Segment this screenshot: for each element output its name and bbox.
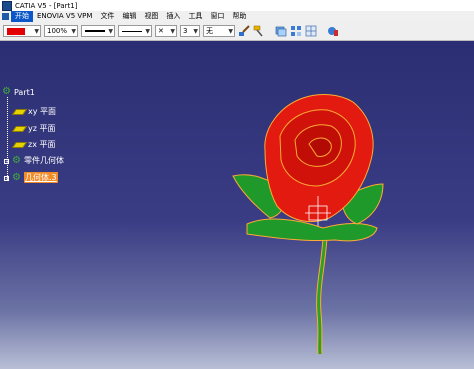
chevron-down-icon: ▼ — [170, 28, 175, 35]
body-icon: ⚙ — [12, 171, 21, 183]
tree-item-geometry-body-3[interactable]: ⚙ 几何体.3 — [12, 172, 58, 183]
layer-icon[interactable] — [275, 25, 287, 37]
tree-item-xy-plane[interactable]: xy 平面 — [11, 106, 57, 117]
catia-menu-logo-icon[interactable] — [2, 13, 9, 20]
part-icon: ⚙ — [2, 86, 11, 97]
body-icon: ⚙ — [12, 154, 21, 166]
rose-3d-model[interactable] — [225, 88, 390, 358]
catia-app-icon — [2, 0, 12, 11]
menu-view[interactable]: 视图 — [140, 11, 162, 22]
menu-enovia[interactable]: ENOVIA V5 VPM — [33, 11, 96, 22]
tree-item-zx-plane[interactable]: zx 平面 — [11, 139, 56, 150]
expand-toggle[interactable]: + — [4, 176, 9, 182]
tree-item-label: xy 平面 — [28, 107, 57, 116]
transparency-dropdown[interactable]: 100% ▼ — [44, 25, 78, 37]
tree-root-label: Part1 — [13, 87, 35, 97]
line-thickness-dropdown[interactable]: ▼ — [81, 25, 115, 37]
chevron-down-icon: ▼ — [34, 28, 39, 35]
layer-value: 3 — [183, 27, 188, 35]
color-dropdown[interactable]: ▼ — [3, 25, 41, 37]
plane-icon — [11, 125, 28, 132]
expand-toggle[interactable]: + — [4, 159, 9, 165]
rendering-style-dropdown[interactable]: 无 ▼ — [203, 25, 235, 37]
graphic-properties-toolbar: ▼ 100% ▼ ▼ ▼ ✕ ▼ 3 ▼ 无 ▼ — [0, 22, 474, 41]
tree-item-label: 几何体.3 — [23, 172, 58, 183]
line-type-icon — [122, 30, 142, 32]
plane-icon — [11, 141, 28, 148]
tree-item-label: zx 平面 — [28, 140, 56, 149]
menu-insert[interactable]: 插入 — [162, 11, 184, 22]
chevron-down-icon: ▼ — [108, 28, 113, 35]
chevron-down-icon: ▼ — [71, 28, 76, 35]
line-thickness-icon — [85, 30, 105, 32]
properties-icon[interactable] — [290, 25, 302, 37]
tree-item-label: yz 平面 — [28, 124, 56, 133]
chevron-down-icon: ▼ — [193, 28, 198, 35]
format-painter-icon[interactable] — [253, 25, 265, 37]
menu-help[interactable]: 帮助 — [228, 11, 250, 22]
paint-brush-icon[interactable] — [238, 25, 250, 37]
window-title: CATIA V5 - [Part1] — [15, 1, 78, 10]
tree-item-label: 零件几何体 — [23, 156, 64, 165]
apply-material-icon[interactable] — [327, 25, 339, 37]
menu-edit[interactable]: 编辑 — [118, 11, 140, 22]
tree-item-yz-plane[interactable]: yz 平面 — [11, 123, 56, 134]
rendering-style-value: 无 — [206, 27, 213, 35]
point-symbol-value: ✕ — [158, 27, 164, 35]
point-symbol-dropdown[interactable]: ✕ ▼ — [155, 25, 177, 37]
menu-tools[interactable]: 工具 — [184, 11, 206, 22]
chevron-down-icon: ▼ — [145, 28, 150, 35]
plane-icon — [11, 108, 28, 115]
line-type-dropdown[interactable]: ▼ — [118, 25, 152, 37]
color-swatch — [7, 27, 25, 35]
menu-window[interactable]: 窗口 — [206, 11, 228, 22]
grid-icon[interactable] — [305, 25, 317, 37]
3d-viewport[interactable]: ⚙ Part1 xy 平面 yz 平面 zx 平面 + ⚙ 零件几何体 + ⚙ … — [0, 41, 474, 369]
tree-connector — [7, 97, 8, 180]
menu-start[interactable]: 开始 — [11, 11, 33, 22]
layer-dropdown[interactable]: 3 ▼ — [180, 25, 200, 37]
menu-file[interactable]: 文件 — [96, 11, 118, 22]
chevron-down-icon: ▼ — [228, 28, 233, 35]
transparency-value: 100% — [47, 27, 68, 35]
tree-item-part-body[interactable]: ⚙ 零件几何体 — [12, 155, 64, 166]
tree-root-part1[interactable]: ⚙ Part1 — [2, 87, 35, 97]
